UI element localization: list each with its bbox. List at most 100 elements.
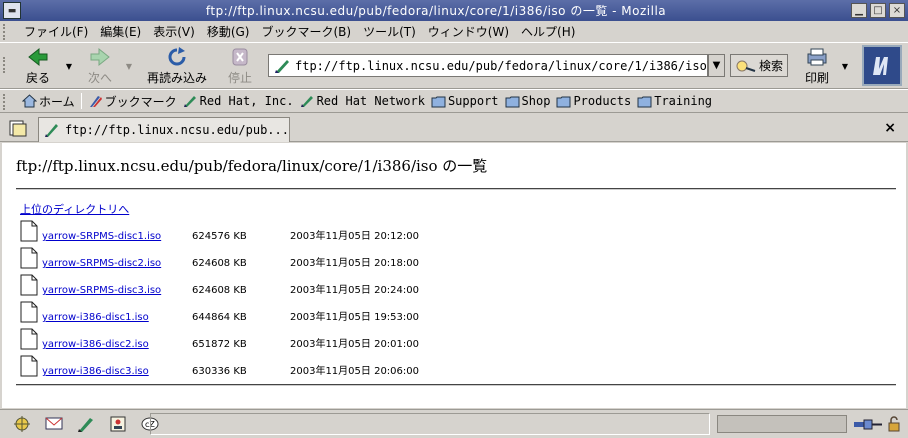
menu-go[interactable]: 移動(G): [207, 22, 250, 41]
bookmark-home[interactable]: ホーム: [22, 93, 75, 110]
file-link[interactable]: yarrow-SRPMS-disc3.iso: [42, 285, 192, 296]
window-menu-icon[interactable]: ▬: [3, 2, 21, 19]
page-content: ftp://ftp.linux.ncsu.edu/pub/fedora/linu…: [2, 143, 906, 408]
address-book-icon[interactable]: [108, 415, 128, 433]
title-bar: ▬ ftp://ftp.linux.ncsu.edu/pub/fedora/li…: [0, 0, 908, 21]
mail-icon[interactable]: [44, 415, 64, 433]
bookmark-folder-shop[interactable]: Shop: [505, 94, 551, 108]
file-icon: [20, 220, 38, 242]
ftp-page-icon: [275, 59, 289, 73]
forward-button[interactable]: 次へ: [80, 47, 120, 87]
mozilla-m-icon: [873, 56, 888, 75]
menu-help[interactable]: ヘルプ(H): [521, 22, 575, 41]
menu-tools[interactable]: ツール(T): [363, 22, 416, 41]
file-size: 651872 KB: [192, 339, 247, 350]
folder-icon: [431, 96, 446, 108]
navigator-icon[interactable]: [12, 415, 32, 433]
bookmark-folder-support-label: Support: [447, 94, 499, 108]
close-window-button[interactable]: ×: [889, 3, 905, 18]
bookmark-folder-products-label: Products: [573, 94, 632, 108]
file-size: 624576 KB: [192, 231, 247, 242]
file-link[interactable]: yarrow-i386-disc3.iso: [42, 366, 192, 377]
file-date: 2003年11月05日 20:12:00: [290, 231, 419, 242]
file-size: 644864 KB: [192, 312, 247, 323]
link-icon: [183, 96, 196, 107]
online-status-icon[interactable]: [852, 416, 884, 432]
maximize-button[interactable]: □: [870, 3, 886, 18]
bookmark-manager[interactable]: ブックマーク: [88, 93, 177, 110]
bookmark-redhat-inc[interactable]: Red Hat, Inc.: [183, 94, 294, 108]
status-text-panel: [150, 413, 710, 435]
forward-arrow-icon: [90, 47, 110, 67]
url-input[interactable]: [295, 58, 707, 73]
menu-file[interactable]: ファイル(F): [24, 22, 88, 41]
file-row: yarrow-i386-disc1.iso 644864 KB 2003年11月…: [20, 301, 419, 323]
bookmark-folder-training-label: Training: [654, 94, 713, 108]
file-date: 2003年11月05日 19:53:00: [290, 312, 419, 323]
bookmark-folder-shop-label: Shop: [521, 94, 551, 108]
file-size: 624608 KB: [192, 258, 247, 269]
link-icon: [300, 96, 313, 107]
file-link[interactable]: yarrow-SRPMS-disc2.iso: [42, 258, 192, 269]
print-label: 印刷: [804, 71, 829, 85]
back-dropdown-icon[interactable]: ▼: [64, 63, 74, 71]
file-icon: [20, 328, 38, 350]
bookmark-folder-support[interactable]: Support: [431, 94, 499, 108]
reload-icon: [168, 47, 186, 66]
toolbar-grip-icon[interactable]: [3, 57, 9, 73]
bookmark-home-label: ホーム: [39, 94, 75, 109]
back-button[interactable]: 戻る: [18, 47, 58, 87]
file-row: yarrow-SRPMS-disc2.iso 624608 KB 2003年11…: [20, 247, 419, 269]
stop-button[interactable]: 停止: [222, 47, 258, 87]
bookmarks-icon: [89, 96, 102, 107]
url-history-dropdown[interactable]: ▼: [708, 54, 725, 77]
bookmark-redhat-network-label: Red Hat Network: [316, 94, 425, 108]
reload-button[interactable]: 再読み込み: [142, 47, 212, 87]
tab-current[interactable]: ftp://ftp.linux.ncsu.edu/pub...: [38, 117, 290, 142]
forward-label: 次へ: [87, 71, 112, 85]
mozilla-logo-icon[interactable]: [862, 45, 902, 86]
bookmarks-separator: [80, 93, 82, 109]
menu-edit[interactable]: 編集(E): [100, 22, 141, 41]
menu-window[interactable]: ウィンドウ(W): [428, 22, 509, 41]
print-button[interactable]: 印刷: [797, 47, 837, 86]
bookmark-redhat-inc-label: Red Hat, Inc.: [199, 94, 294, 108]
search-label: 検索: [758, 59, 783, 73]
bookmark-folder-training[interactable]: Training: [637, 94, 712, 108]
file-date: 2003年11月05日 20:24:00: [290, 285, 419, 296]
menu-bookmarks[interactable]: ブックマーク(B): [261, 22, 351, 41]
file-icon: [20, 301, 38, 323]
close-tab-button[interactable]: ×: [884, 120, 896, 136]
bookmarks-toolbar: ホーム ブックマーク Red Hat, Inc. Red Hat Network…: [0, 89, 908, 113]
menubar-grip-icon[interactable]: [3, 23, 9, 40]
security-lock-icon[interactable]: [886, 415, 902, 433]
folder-icon: [556, 96, 571, 108]
bookmark-redhat-network[interactable]: Red Hat Network: [300, 94, 425, 108]
bookmark-manager-label: ブックマーク: [104, 94, 177, 109]
file-link[interactable]: yarrow-i386-disc1.iso: [42, 312, 192, 323]
back-arrow-icon: [28, 47, 48, 67]
file-date: 2003年11月05日 20:06:00: [290, 366, 419, 377]
progress-bar: [717, 415, 847, 433]
menu-view[interactable]: 表示(V): [153, 22, 195, 41]
stop-label: 停止: [227, 71, 252, 85]
file-link[interactable]: yarrow-SRPMS-disc1.iso: [42, 231, 192, 242]
file-icon: [20, 355, 38, 377]
reload-label: 再読み込み: [146, 71, 207, 85]
browser-window: ▬ ftp://ftp.linux.ncsu.edu/pub/fedora/li…: [0, 0, 908, 438]
file-link[interactable]: yarrow-i386-disc2.iso: [42, 339, 192, 350]
parent-directory-link[interactable]: 上位のディレクトリへ: [20, 201, 129, 217]
new-tab-icon[interactable]: [8, 119, 28, 137]
bookmark-folder-products[interactable]: Products: [556, 94, 631, 108]
bookmarks-grip-icon[interactable]: [3, 94, 9, 110]
printer-icon: [807, 48, 827, 66]
search-button[interactable]: 検索: [730, 54, 788, 77]
file-row: yarrow-SRPMS-disc1.iso 624576 KB 2003年11…: [20, 220, 419, 242]
menu-bar: ファイル(F) 編集(E) 表示(V) 移動(G) ブックマーク(B) ツール(…: [0, 21, 908, 42]
folder-icon: [505, 96, 520, 108]
forward-dropdown-icon[interactable]: ▼: [124, 63, 134, 71]
minimize-button[interactable]: ▁: [851, 3, 867, 18]
print-dropdown-icon[interactable]: ▼: [840, 63, 850, 71]
ftp-page-icon: [45, 124, 58, 137]
composer-icon[interactable]: [76, 415, 96, 433]
